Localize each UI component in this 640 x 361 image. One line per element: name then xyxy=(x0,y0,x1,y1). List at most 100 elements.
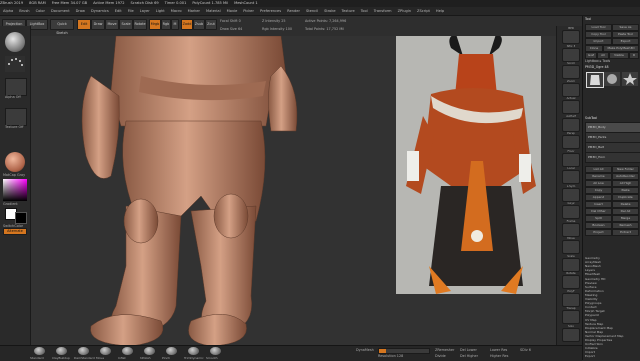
all-high-button[interactable]: All High xyxy=(612,180,639,187)
shelf-zoom-button[interactable]: Zoom xyxy=(562,79,580,97)
shelf-rotate-button[interactable]: Rotate xyxy=(562,271,580,289)
remesh-button[interactable]: Remesh xyxy=(612,222,639,229)
menu-light[interactable]: Light xyxy=(153,7,168,15)
visible-button[interactable]: Visible xyxy=(609,52,629,59)
shelf-polyf-button[interactable]: PolyF xyxy=(562,289,580,307)
menu-render[interactable]: Render xyxy=(284,7,303,15)
paste-tool-button[interactable]: Paste Tool xyxy=(612,31,639,38)
menu-picker[interactable]: Picker xyxy=(240,7,257,15)
merge-button[interactable]: Merge xyxy=(612,215,639,222)
brush-hpolish-icon[interactable] xyxy=(144,347,155,355)
export-button[interactable]: Export xyxy=(612,38,639,45)
draw-size-slider[interactable]: Draw Size 64 xyxy=(220,27,242,31)
current-tool-thumbnail-icon[interactable] xyxy=(586,72,604,88)
save-as-button[interactable]: Save As xyxy=(612,24,639,31)
project-button[interactable]: Project xyxy=(585,229,612,236)
z-intensity-slider[interactable]: Z Intensity 25 xyxy=(262,19,286,23)
subpalette-export[interactable]: Export xyxy=(585,354,639,358)
shelf-spix-3-button[interactable]: SPix 3 xyxy=(562,44,580,62)
lightbox-tools-label[interactable]: Lightbox ▸ Tools xyxy=(585,59,639,64)
alternate-button[interactable]: Alternate xyxy=(3,228,27,235)
menu-zplugin[interactable]: ZPlugin xyxy=(395,7,414,15)
duplicate-button[interactable]: Duplicate xyxy=(612,194,639,201)
rgb-intensity-slider[interactable]: Rgb Intensity 100 xyxy=(262,27,292,31)
rgb-button[interactable]: Rgb xyxy=(161,19,171,30)
move-mode-button[interactable]: Move xyxy=(105,19,119,30)
all-low-button[interactable]: All Low xyxy=(585,180,612,187)
brush-move-icon[interactable] xyxy=(100,347,111,355)
rotate-mode-button[interactable]: Rotate xyxy=(133,19,147,30)
menu-stroke[interactable]: Stroke xyxy=(321,7,338,15)
shelf-frame-button[interactable]: Frame xyxy=(562,219,580,237)
subtool-header[interactable]: SubTool xyxy=(585,116,639,121)
divide-button[interactable]: Divide xyxy=(435,354,446,358)
copy-tool-button[interactable]: Copy Tool xyxy=(585,31,612,38)
shelf-aahalf-button[interactable]: AAHalf xyxy=(562,114,580,132)
menu-dynamics[interactable]: Dynamics xyxy=(88,7,112,15)
menu-color[interactable]: Color xyxy=(33,7,48,15)
shelf-l-sym-button[interactable]: L.Sym xyxy=(562,184,580,202)
r-button[interactable]: R xyxy=(629,52,639,59)
import-button[interactable]: Import xyxy=(585,38,612,45)
higher-res-button[interactable]: Higher Res xyxy=(490,354,508,358)
brush-claybuildup-icon[interactable] xyxy=(56,347,67,355)
insert-button[interactable]: Insert xyxy=(585,201,612,208)
m-button[interactable]: M xyxy=(171,19,179,30)
boolean-button[interactable]: Boolean xyxy=(585,222,612,229)
star-tool-icon[interactable] xyxy=(622,72,638,86)
shelf-local-button[interactable]: Local xyxy=(562,166,580,184)
alpha-slot-icon[interactable] xyxy=(5,78,27,96)
menu-marker[interactable]: Marker xyxy=(185,7,203,15)
quick-sketch-button[interactable]: Quick Sketch xyxy=(50,19,74,35)
brush-standard-icon[interactable] xyxy=(34,347,45,355)
shelf-move-button[interactable]: Move xyxy=(562,236,580,254)
del-lower-button[interactable]: Del Lower xyxy=(460,348,477,352)
shelf-bpr-button[interactable]: BPR xyxy=(562,26,580,44)
list-all-button[interactable]: List All xyxy=(585,166,612,173)
menu-macro[interactable]: Macro xyxy=(168,7,185,15)
shelf-transp-button[interactable]: Transp xyxy=(562,306,580,324)
delete-button[interactable]: Delete xyxy=(612,201,639,208)
menu-help[interactable]: Help xyxy=(433,7,447,15)
brush-pinch-icon[interactable] xyxy=(166,347,177,355)
color-picker-icon[interactable] xyxy=(3,179,27,201)
autoreorder-button[interactable]: AutoReorder xyxy=(612,173,639,180)
brush-damstandard-icon[interactable] xyxy=(78,347,89,355)
brush-inflat-icon[interactable] xyxy=(122,347,133,355)
lower-res-button[interactable]: Lower Res xyxy=(490,348,507,352)
canvas-viewport[interactable] xyxy=(31,36,556,348)
rename-button[interactable]: Rename xyxy=(585,173,612,180)
menu-draw[interactable]: Draw xyxy=(73,7,88,15)
shelf-actual-button[interactable]: Actual xyxy=(562,96,580,114)
sdiv-slider[interactable]: SDiv 6 xyxy=(520,348,531,352)
del-higher-button[interactable]: Del Higher xyxy=(460,354,478,358)
paste-button[interactable]: Paste xyxy=(612,187,639,194)
split-button[interactable]: Split xyxy=(585,215,612,222)
zremesher-button[interactable]: ZRemesher xyxy=(435,348,454,352)
subtool-item[interactable]: PM3D_Horn xyxy=(585,152,640,163)
menu-transform[interactable]: Transform xyxy=(371,7,395,15)
shelf-floor-button[interactable]: Floor xyxy=(562,149,580,167)
draw-mode-button[interactable]: Draw xyxy=(91,19,105,30)
all-button[interactable]: All xyxy=(597,52,609,59)
make-polymesh-button[interactable]: Make PolyMesh3D xyxy=(603,45,639,52)
secondary-color-swatch[interactable] xyxy=(15,212,27,224)
menu-alpha[interactable]: Alpha xyxy=(0,7,16,15)
material-sphere-icon[interactable] xyxy=(5,152,25,172)
menu-document[interactable]: Document xyxy=(48,7,73,15)
mrgb-button[interactable]: Mrgb xyxy=(149,19,161,30)
menu-preferences[interactable]: Preferences xyxy=(257,7,284,15)
shelf-persp-button[interactable]: Persp xyxy=(562,131,580,149)
scale-mode-button[interactable]: Scale xyxy=(119,19,133,30)
clone-button[interactable]: Clone xyxy=(585,45,603,52)
menu-material[interactable]: Material xyxy=(203,7,224,15)
brush-smooth-icon[interactable] xyxy=(210,347,221,355)
menu-tool[interactable]: Tool xyxy=(358,7,371,15)
zadd-button[interactable]: Zadd xyxy=(181,19,193,30)
new-folder-button[interactable]: New Folder xyxy=(612,166,639,173)
zcut-button[interactable]: Zcut xyxy=(205,19,217,30)
del-all-button[interactable]: Del All xyxy=(612,208,639,215)
menu-file[interactable]: File xyxy=(125,7,137,15)
menu-texture[interactable]: Texture xyxy=(339,7,358,15)
menu-zscript[interactable]: ZScript xyxy=(414,7,433,15)
